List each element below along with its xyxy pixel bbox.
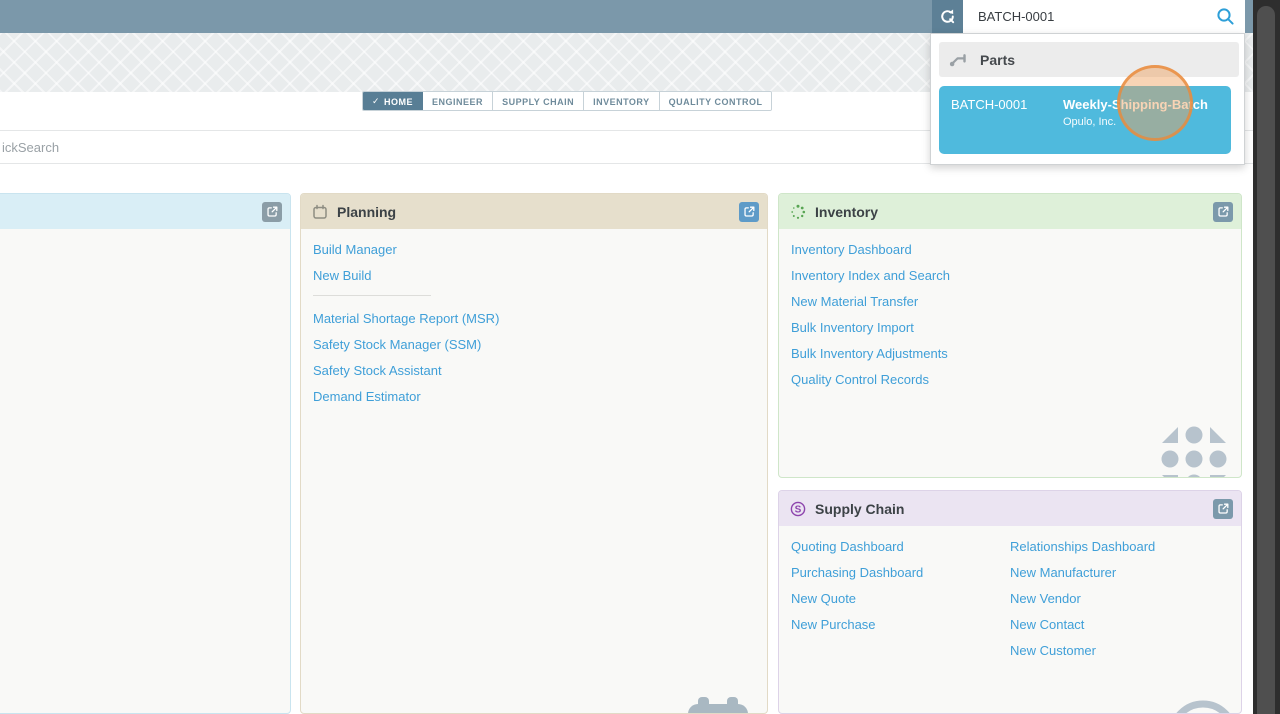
quicksearch-input[interactable]: ickSearch (0, 140, 59, 155)
link-safety-stock-manager[interactable]: Safety Stock Manager (SSM) (313, 338, 755, 351)
panel-supply-chain-body: Quoting Dashboard Purchasing Dashboard N… (779, 526, 1241, 684)
click-highlight-ring (1117, 65, 1193, 141)
inventory-watermark-icon (1161, 426, 1227, 478)
panel-title: Inventory (815, 204, 878, 220)
parts-icon (949, 52, 968, 67)
link-new-purchase[interactable]: New Purchase (791, 618, 1010, 631)
supply-chain-watermark-icon: S (1164, 696, 1242, 714)
panel-title: Supply Chain (815, 501, 904, 517)
tab-label: QUALITY CONTROL (669, 97, 763, 107)
panel-left-header (0, 194, 290, 229)
link-new-vendor[interactable]: New Vendor (1010, 592, 1229, 605)
tab-home[interactable]: ✓ HOME (363, 92, 423, 110)
search-results-dropdown: Parts BATCH-0001 Weekly-Shipping-Batch O… (930, 33, 1245, 165)
panel-left (0, 193, 291, 714)
link-safety-stock-assistant[interactable]: Safety Stock Assistant (313, 364, 755, 377)
tab-label: INVENTORY (593, 97, 650, 107)
panel-supply-chain-header: S Supply Chain (779, 491, 1241, 526)
link-demand-estimator[interactable]: Demand Estimator (313, 390, 755, 403)
panel-left-body (0, 229, 290, 257)
link-new-contact[interactable]: New Contact (1010, 618, 1229, 631)
supply-chain-column-2: Relationships Dashboard New Manufacturer… (1010, 540, 1229, 670)
tab-label: SUPPLY CHAIN (502, 97, 574, 107)
global-search-bar: BATCH-0001 (932, 0, 1245, 33)
link-new-manufacturer[interactable]: New Manufacturer (1010, 566, 1229, 579)
search-input-value: BATCH-0001 (978, 9, 1216, 24)
quicksearch-icon (939, 8, 956, 25)
link-build-manager[interactable]: Build Manager (313, 243, 755, 256)
search-icon[interactable] (1216, 7, 1235, 26)
results-section-label: Parts (980, 52, 1015, 68)
link-new-build[interactable]: New Build (313, 269, 755, 282)
links-divider (313, 295, 431, 296)
calendar-icon (312, 204, 328, 220)
svg-text:S: S (1187, 709, 1219, 714)
open-panel-button[interactable] (739, 202, 759, 222)
external-link-icon (743, 205, 756, 218)
link-bulk-inventory-adjustments[interactable]: Bulk Inventory Adjustments (791, 347, 1229, 360)
tab-quality-control[interactable]: QUALITY CONTROL (660, 92, 772, 110)
panel-planning: Planning Build Manager New Build Materia… (300, 193, 768, 714)
tab-label: HOME (384, 97, 413, 107)
link-new-quote[interactable]: New Quote (791, 592, 1010, 605)
external-link-icon (1217, 502, 1230, 515)
tab-engineer[interactable]: ENGINEER (423, 92, 493, 110)
external-link-icon (266, 205, 279, 218)
main-nav-tabs: ✓ HOME ENGINEER SUPPLY CHAIN INVENTORY Q… (362, 91, 772, 111)
panel-inventory: Inventory Inventory Dashboard Inventory … (778, 193, 1242, 478)
panel-planning-header: Planning (301, 194, 767, 229)
quicksearch-button[interactable] (932, 0, 963, 33)
gauge-watermark-icon (218, 708, 291, 714)
results-section-header: Parts (939, 42, 1239, 77)
open-panel-button[interactable] (1213, 202, 1233, 222)
calendar-watermark-icon (686, 697, 750, 714)
svg-text:S: S (795, 504, 802, 515)
panel-inventory-header: Inventory (779, 194, 1241, 229)
link-purchasing-dashboard[interactable]: Purchasing Dashboard (791, 566, 1010, 579)
link-inventory-dashboard[interactable]: Inventory Dashboard (791, 243, 1229, 256)
result-part-number: BATCH-0001 (951, 97, 1063, 112)
panel-planning-body: Build Manager New Build Material Shortag… (301, 229, 767, 430)
page-scrollbar[interactable] (1253, 0, 1280, 714)
tab-inventory[interactable]: INVENTORY (584, 92, 660, 110)
open-panel-button[interactable] (1213, 499, 1233, 519)
link-inventory-index-and-search[interactable]: Inventory Index and Search (791, 269, 1229, 282)
search-input[interactable]: BATCH-0001 (963, 0, 1245, 33)
supply-chain-column-1: Quoting Dashboard Purchasing Dashboard N… (791, 540, 1010, 670)
link-quoting-dashboard[interactable]: Quoting Dashboard (791, 540, 1010, 553)
external-link-icon (1217, 205, 1230, 218)
link-new-material-transfer[interactable]: New Material Transfer (791, 295, 1229, 308)
open-panel-button[interactable] (262, 202, 282, 222)
scrollbar-thumb[interactable] (1257, 6, 1275, 714)
link-quality-control-records[interactable]: Quality Control Records (791, 373, 1229, 386)
tab-label: ENGINEER (432, 97, 483, 107)
panel-supply-chain: S Supply Chain Quoting Dashboard Purchas… (778, 490, 1242, 714)
link-new-customer[interactable]: New Customer (1010, 644, 1229, 657)
inventory-dots-icon (790, 204, 806, 220)
supply-chain-icon: S (790, 501, 806, 517)
app-window: ✓ HOME ENGINEER SUPPLY CHAIN INVENTORY Q… (0, 0, 1280, 714)
panel-inventory-body: Inventory Dashboard Inventory Index and … (779, 229, 1241, 413)
check-icon: ✓ (372, 96, 380, 107)
link-material-shortage-report[interactable]: Material Shortage Report (MSR) (313, 312, 755, 325)
panel-title: Planning (337, 204, 396, 220)
link-relationships-dashboard[interactable]: Relationships Dashboard (1010, 540, 1229, 553)
tab-supply-chain[interactable]: SUPPLY CHAIN (493, 92, 584, 110)
link-bulk-inventory-import[interactable]: Bulk Inventory Import (791, 321, 1229, 334)
